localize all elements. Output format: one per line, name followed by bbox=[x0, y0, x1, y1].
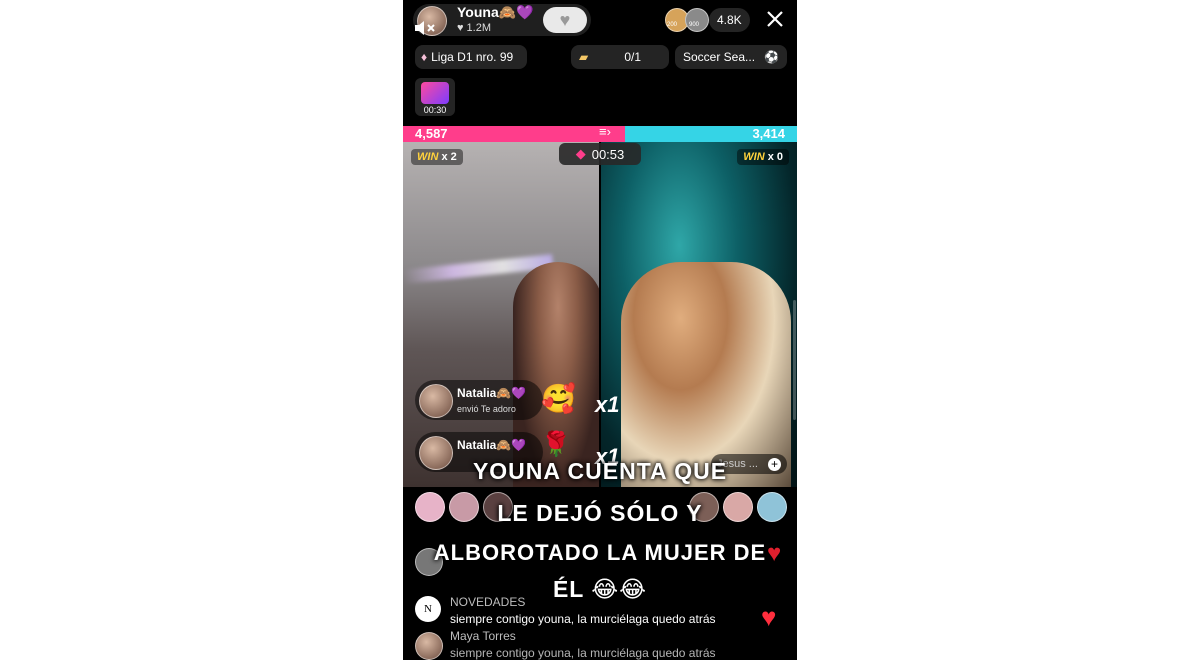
host-likes: ♥ 1.2M bbox=[457, 22, 491, 34]
viewer-avatars[interactable]: 200 900 bbox=[665, 8, 713, 32]
caption-line-1: YOUNA CUENTA QUE bbox=[472, 458, 728, 484]
gift-multiplier-1: x1 bbox=[595, 392, 620, 417]
gift-notification-1: Natalia🙈💜 envió Te adoro bbox=[415, 380, 543, 420]
viewer-avatar-2 bbox=[685, 8, 709, 32]
battle-divider-icon: ≡› bbox=[599, 124, 611, 139]
viewer-badge-right: 900 bbox=[689, 22, 700, 28]
host-name: Youna🙈💜 bbox=[457, 4, 534, 20]
event-pill[interactable]: Soccer Sea... ⚽ bbox=[675, 45, 787, 69]
viewer-badge-left: 200 bbox=[667, 22, 678, 28]
live-stream-screen: Youna🙈💜 ♥ 1.2M ♥ 200 900 4.8K ♦ Liga D1 n… bbox=[403, 0, 797, 660]
caption-line-2: LE DEJÓ SÓLO Y bbox=[497, 500, 703, 526]
gift-timer: 00:30 bbox=[423, 105, 447, 115]
chat-avatar-maya bbox=[415, 632, 443, 660]
mute-icon[interactable] bbox=[413, 18, 437, 38]
chat-user-2: Maya Torres bbox=[450, 629, 516, 643]
left-win-badge: WIN x 2 bbox=[411, 149, 463, 165]
diamond-icon: ♦ bbox=[421, 50, 428, 64]
chat-message-2: siempre contigo youna, la murciélaga que… bbox=[450, 646, 716, 660]
guest-video[interactable] bbox=[601, 142, 797, 487]
caption-line-3: ALBOROTADO LA MUJER DE bbox=[433, 540, 767, 565]
gift-action-1: envió Te adoro bbox=[457, 404, 516, 414]
close-icon[interactable] bbox=[765, 9, 785, 29]
gift-icon: ▰ bbox=[579, 50, 589, 64]
soccer-ball-icon: ⚽ bbox=[764, 50, 779, 64]
battle-icon: ◆ bbox=[575, 146, 586, 161]
gift-box[interactable]: 00:30 bbox=[415, 78, 455, 116]
chat-message-1: siempre contigo youna, la murciélaga que… bbox=[450, 612, 716, 626]
right-score: 3,414 bbox=[752, 126, 785, 141]
like-heart-icon[interactable]: ♥ bbox=[761, 602, 776, 633]
rose-icon: 🌹 bbox=[541, 431, 571, 458]
follow-button[interactable]: ♥ bbox=[543, 7, 587, 33]
gift-sender-name-1: Natalia🙈💜 bbox=[457, 386, 527, 400]
heart-icon: ♥ bbox=[457, 22, 464, 34]
scroll-indicator[interactable] bbox=[793, 300, 796, 420]
league-pill[interactable]: ♦ Liga D1 nro. 99 bbox=[415, 45, 527, 69]
battle-timer: ◆ 00:53 bbox=[559, 143, 641, 165]
heart-plus-icon: ♥ bbox=[559, 9, 571, 30]
goal-pill[interactable]: ▰ 0/1 bbox=[571, 45, 669, 69]
viewer-count[interactable]: 4.8K bbox=[709, 8, 750, 32]
gift-sender-name-2: Natalia🙈💜 bbox=[457, 438, 527, 452]
left-score: 4,587 bbox=[415, 126, 448, 141]
gift-sender-avatar-1 bbox=[419, 384, 453, 418]
caption-line-4: ÉL 😂😂 bbox=[552, 576, 648, 602]
gift-box-icon bbox=[421, 82, 449, 104]
right-win-badge: WIN x 0 bbox=[737, 149, 789, 165]
gift-icon-adoro: 🥰 bbox=[541, 383, 576, 414]
